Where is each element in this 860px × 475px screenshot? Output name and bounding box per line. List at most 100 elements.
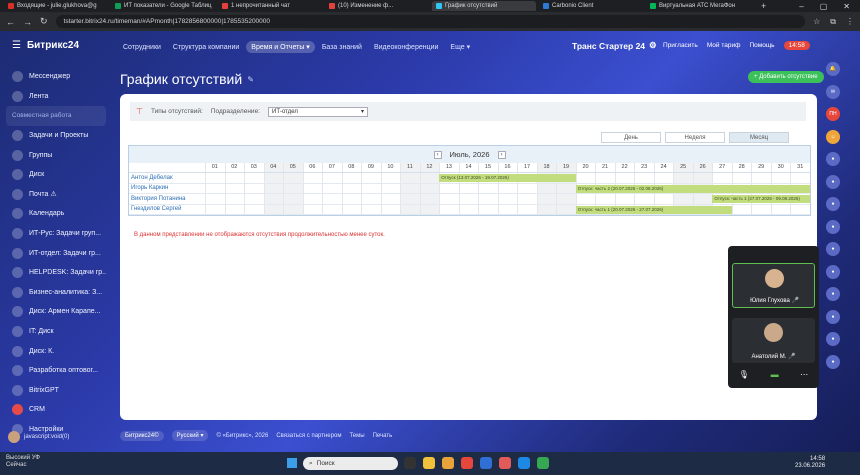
employee-name[interactable]: Виктория Потанина [131,196,186,202]
department-select[interactable]: ИТ-отдел ▾ [268,106,368,117]
app-icon[interactable] [480,457,492,469]
browser-tab[interactable]: 1 непрочитанный чат [218,1,322,11]
top-nav-item[interactable]: Видеоконференции [369,42,443,53]
language-select[interactable]: Русский ▾ [171,430,209,441]
close-icon[interactable]: ✕ [843,2,850,11]
top-nav-item[interactable]: Структура компании [168,42,244,53]
sidebar-item[interactable]: HELPDESK: Задачи гр... [6,263,106,283]
right-rail-item[interactable]: ● [826,264,840,279]
right-rail-item[interactable]: ● [826,219,840,234]
top-nav-item[interactable]: Время и Отчеты ▾ [246,41,315,53]
sidebar-item[interactable]: Разработка оптовог... [6,361,106,381]
right-rail-item[interactable]: ☺ [826,129,840,144]
user-profile[interactable]: javascript:void(0) [8,431,69,443]
absence-types-label[interactable]: Типы отсутствий: [151,108,203,115]
sidebar-item[interactable]: Календарь [6,204,106,224]
add-absence-button[interactable]: + Добавить отсутствие [748,71,824,83]
right-rail-item[interactable]: 🔔 [826,62,840,76]
right-rail-item[interactable]: ● [826,287,840,301]
more-icon[interactable]: ⋯ [800,370,808,379]
employee-name[interactable]: Игорь Каркин [131,185,168,191]
right-rail-item[interactable]: ● [826,197,840,211]
top-nav-item[interactable]: База знаний [317,42,367,53]
menu-icon[interactable]: ⋮ [846,17,854,27]
url-field[interactable]: tstarter.bitrix24.ru/timeman/#APmonth|17… [55,15,806,28]
chat-icon[interactable]: ▬ [771,370,779,379]
help-button[interactable]: Помощь [749,42,774,49]
sidebar-item[interactable]: Задачи и Проекты [6,126,106,146]
app-icon[interactable] [499,457,511,469]
print-link[interactable]: Печать [373,433,393,439]
taskbar-search[interactable]: ⌕ Поиск [303,457,398,470]
sidebar-item[interactable]: Почта ⚠ [6,185,106,205]
settings-icon[interactable]: ⚙ [649,40,657,51]
participant-tile[interactable]: Анатолий М. 🎤 [732,318,815,363]
clock-button[interactable]: 14:58 [783,41,810,50]
app-icon[interactable] [442,457,454,469]
folder-icon[interactable] [423,457,435,469]
tab-week[interactable]: Неделя [665,132,725,143]
employee-name[interactable]: Антон Дебелак [131,175,173,181]
right-rail-item[interactable]: ● [826,152,840,166]
menu-burger-icon[interactable]: ☰ [12,40,21,51]
sidebar-item[interactable]: CRM [6,400,106,420]
extensions-icon[interactable]: ⧉ [830,17,836,27]
browser-tab[interactable]: Carbonio Client [539,1,643,11]
absence-bar[interactable]: Отпуск (13.07.2026 - 19.07.2026) [439,174,576,183]
participant-tile[interactable]: Юлия Глухова 🎤 [732,263,815,308]
brand-logo[interactable]: Битрикс24 [27,40,79,51]
top-nav-item[interactable]: Еще ▾ [445,41,475,53]
tariff-button[interactable]: Мой тариф [707,42,741,49]
star-icon[interactable]: ☆ [813,17,820,27]
new-tab-icon[interactable]: + [761,1,766,11]
app-icon[interactable] [518,457,530,469]
sidebar-item[interactable]: Лента [6,87,106,107]
sidebar-item[interactable]: Бизнес-аналитика: З... [6,283,106,303]
footer-brand[interactable]: Битрикс24© [120,430,164,441]
tab-day[interactable]: День [601,132,661,143]
back-icon[interactable]: ← [6,17,15,27]
maximize-icon[interactable]: ▢ [820,2,828,11]
right-rail-item[interactable]: ● [826,354,840,369]
microphone-icon[interactable]: 🎙 [739,370,749,379]
sidebar-item[interactable]: Диск [6,165,106,185]
right-rail-item[interactable]: ✉ [826,84,840,99]
right-rail-item[interactable]: ● [826,332,840,346]
app-icon[interactable] [537,457,549,469]
forward-icon[interactable]: → [23,17,32,27]
right-rail-item[interactable]: ● [826,174,840,189]
right-rail-item[interactable]: ● [826,242,840,256]
right-rail-item[interactable]: ● [826,309,840,324]
pin-icon[interactable]: ✎ [247,75,254,84]
sidebar-item[interactable]: Диск: Армен Карапе... [6,302,106,322]
sidebar-item[interactable]: IT: Диск [6,322,106,342]
absence-bar[interactable]: Отпуск: часть 2 (20.07.2026 - 02.08.2026… [575,184,810,193]
weather-widget[interactable]: Высокий УФ Сейчас [6,455,40,469]
invite-button[interactable]: Пригласить [663,42,698,49]
absence-bar[interactable]: Отпуск: часть 1 (27.07.2026 - 09.08.2026… [712,195,810,204]
browser-tab[interactable]: Входящие - julie.glukhova@g [4,1,108,11]
app-icon[interactable] [404,457,416,469]
minimize-icon[interactable]: – [799,2,803,11]
sidebar-item[interactable]: BitrixGPT [6,381,106,401]
browser-tab[interactable]: Виртуальная АТС МегаФон [646,1,750,11]
prev-month-button[interactable]: ‹ [433,150,442,159]
sidebar-item[interactable]: ИТ-Рус: Задачи груп... [6,224,106,244]
company-name[interactable]: Транс Стартер 24 ⚙ [572,40,657,51]
partner-link[interactable]: Связаться с партнером [276,433,341,439]
sidebar-item[interactable]: Диск: К. [6,341,106,361]
app-icon[interactable] [461,457,473,469]
employee-name[interactable]: Гнездилов Сергей [131,206,181,212]
browser-tab[interactable]: (10) Изменение ф... [325,1,429,11]
reload-icon[interactable]: ↻ [40,16,48,27]
filter-icon[interactable]: ⊤ [136,107,143,116]
tab-month[interactable]: Месяц [729,132,789,143]
sidebar-item[interactable]: Группы [6,145,106,165]
browser-tab[interactable]: ИТ показатели - Google Таблиц [111,1,215,11]
absence-bar[interactable]: Отпуск: часть 1 (20.07.2026 - 27.07.2026… [575,205,732,214]
system-clock[interactable]: 14:58 23.06.2026 [795,456,825,470]
windows-start-icon[interactable] [287,458,297,468]
right-rail-item[interactable]: ПН [826,107,840,121]
browser-tab[interactable]: График отсутствий [432,1,536,11]
themes-link[interactable]: Темы [349,433,364,439]
